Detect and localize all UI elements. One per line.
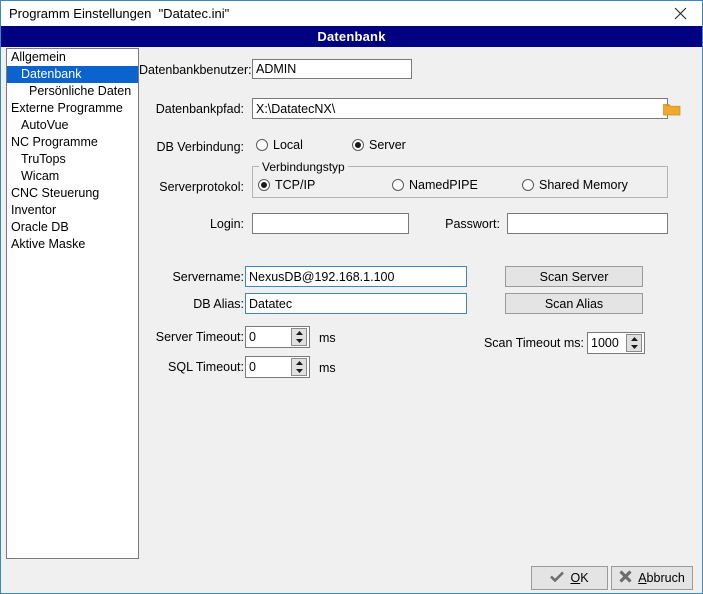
title-bar: Programm Einstellungen "Datatec.ini": [1, 1, 702, 27]
tree-item-trutops[interactable]: TruTops: [7, 151, 138, 168]
servername-label: Servername:: [172, 270, 244, 284]
spin-down-icon[interactable]: [292, 367, 306, 375]
radio-label-local: Local: [273, 138, 303, 152]
password-label: Passwort:: [445, 217, 500, 231]
window-title: Programm Einstellungen "Datatec.ini": [9, 6, 230, 21]
server-protocol-label: Serverprotokol:: [159, 180, 244, 194]
spin-down-icon[interactable]: [627, 343, 641, 351]
tree-item-externe-programme[interactable]: Externe Programme: [7, 100, 138, 117]
tree-item-cnc-steuerung[interactable]: CNC Steuerung: [7, 185, 138, 202]
tree-item-oracle-db[interactable]: Oracle DB: [7, 219, 138, 236]
radio-dot-sharedmemory: [522, 179, 534, 191]
login-label: Login:: [209, 217, 244, 231]
scan-timeout-spin-buttons[interactable]: [626, 334, 642, 352]
login-input[interactable]: [252, 213, 409, 234]
server-timeout-stepper[interactable]: [245, 326, 310, 348]
db-user-input[interactable]: [252, 59, 412, 79]
spin-up-icon[interactable]: [292, 359, 306, 367]
server-timeout-spin-buttons[interactable]: [291, 328, 307, 346]
ok-rest: K: [580, 571, 589, 585]
spin-up-icon[interactable]: [627, 335, 641, 343]
tree-item-aktive-maske[interactable]: Aktive Maske: [7, 236, 138, 253]
db-user-label: Datenbankbenutzer:: [139, 63, 252, 77]
spin-down-icon[interactable]: [292, 337, 306, 345]
db-path-label: Datenbankpfad:: [155, 102, 244, 116]
scan-server-button[interactable]: Scan Server: [505, 266, 643, 287]
radio-protocol-namedpipe[interactable]: NamedPIPE: [392, 178, 478, 192]
page-title: Datenbank: [317, 29, 386, 44]
scan-timeout-stepper[interactable]: [587, 332, 645, 354]
radio-dot-server: [352, 139, 364, 151]
cancel-button-label: Abbruch: [638, 571, 685, 585]
sql-timeout-unit: ms: [319, 361, 336, 375]
db-path-input[interactable]: [252, 98, 668, 119]
radio-protocol-sharedmemory[interactable]: Shared Memory: [522, 178, 628, 192]
cross-icon: [619, 570, 632, 586]
tree-item-wicam[interactable]: Wicam: [7, 168, 138, 185]
radio-dot-tcpip: [258, 179, 270, 191]
radio-dot-local: [256, 139, 268, 151]
sql-timeout-label: SQL Timeout:: [168, 360, 244, 374]
radio-label-server: Server: [369, 138, 406, 152]
ok-button-label: OK: [570, 571, 588, 585]
cancel-rest: bbruch: [646, 571, 685, 585]
tree-item-allgemein[interactable]: Allgemein: [7, 49, 138, 66]
radio-label-sharedmemory: Shared Memory: [539, 178, 628, 192]
password-input[interactable]: [507, 213, 668, 234]
sql-timeout-spin-buttons[interactable]: [291, 358, 307, 376]
close-icon: [674, 7, 687, 20]
tree-item-inventor[interactable]: Inventor: [7, 202, 138, 219]
server-timeout-label: Server Timeout:: [155, 330, 244, 344]
radio-label-namedpipe: NamedPIPE: [409, 178, 478, 192]
settings-tree[interactable]: Allgemein Datenbank Persönliche Daten Ex…: [6, 48, 139, 559]
cancel-button[interactable]: Abbruch: [611, 566, 693, 590]
close-button[interactable]: [658, 1, 702, 26]
db-alias-label: DB Alias:: [193, 297, 244, 311]
tree-item-datenbank[interactable]: Datenbank: [7, 66, 138, 83]
radio-dot-namedpipe: [392, 179, 404, 191]
connection-type-legend: Verbindungstyp: [259, 160, 348, 174]
radio-connection-server[interactable]: Server: [352, 138, 406, 152]
ok-button[interactable]: OK: [531, 566, 608, 590]
database-settings-pane: Datenbankbenutzer: Datenbankpfad: DB Ver…: [139, 48, 699, 548]
tree-item-nc-programme[interactable]: NC Programme: [7, 134, 138, 151]
settings-dialog-window: Programm Einstellungen "Datatec.ini" Dat…: [0, 0, 703, 594]
spin-up-icon[interactable]: [292, 329, 306, 337]
ok-accel: O: [570, 571, 581, 585]
scan-timeout-label: Scan Timeout ms:: [483, 336, 584, 350]
check-icon: [550, 571, 565, 585]
server-timeout-unit: ms: [319, 331, 336, 345]
cancel-accel: A: [638, 571, 647, 585]
tree-item-autovue[interactable]: AutoVue: [7, 117, 138, 134]
servername-input[interactable]: [245, 266, 467, 287]
sql-timeout-stepper[interactable]: [245, 356, 310, 378]
radio-protocol-tcpip[interactable]: TCP/IP: [258, 178, 315, 192]
db-connection-label: DB Verbindung:: [156, 140, 244, 154]
db-alias-input[interactable]: [245, 293, 467, 314]
scan-alias-button[interactable]: Scan Alias: [505, 293, 643, 314]
radio-connection-local[interactable]: Local: [256, 138, 303, 152]
radio-label-tcpip: TCP/IP: [275, 178, 316, 192]
tree-item-persoenliche-daten[interactable]: Persönliche Daten: [7, 83, 138, 100]
